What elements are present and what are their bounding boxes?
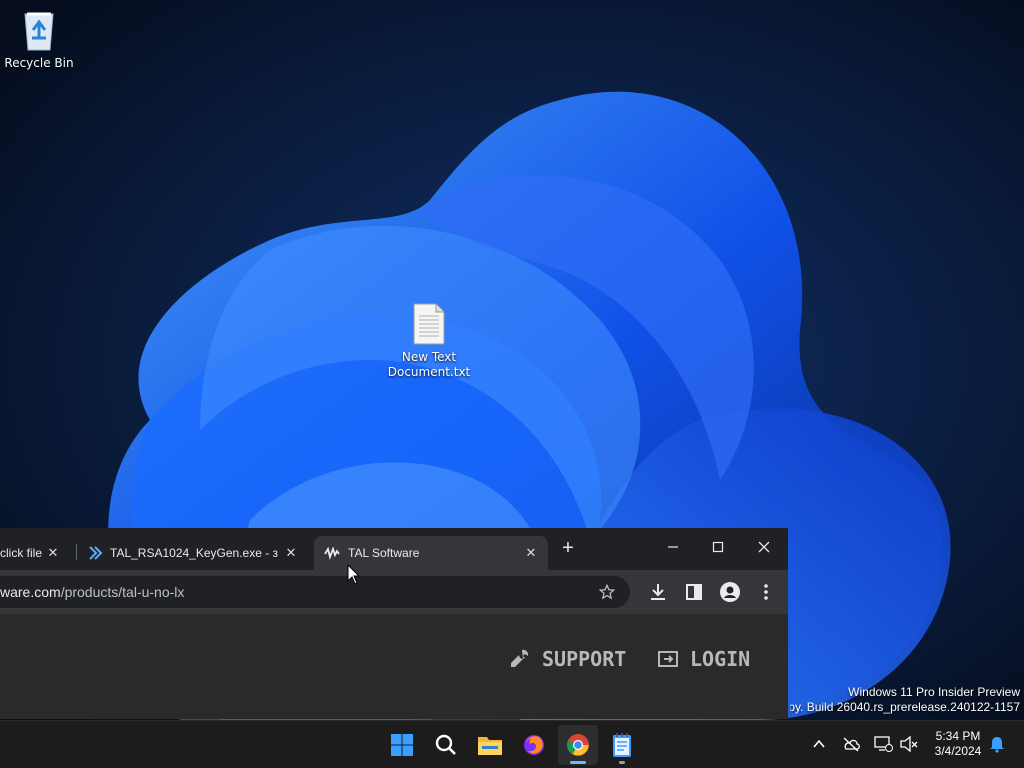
new-tab-button[interactable]: + [556, 536, 580, 560]
chrome-button[interactable] [558, 725, 598, 765]
tab-click-file[interactable]: click file ✕ [0, 536, 70, 570]
profile-avatar-icon[interactable] [718, 580, 742, 604]
recycle-bin-label: Recycle Bin [4, 56, 74, 70]
notepad-icon [613, 733, 631, 757]
onedrive-status[interactable] [840, 733, 862, 755]
speaker-muted-icon [900, 735, 918, 753]
support-label: SUPPORT [542, 647, 627, 671]
watermark-edition: Windows 11 Pro Insider Preview [848, 685, 1020, 699]
tab-separator [76, 544, 77, 560]
menu-kebab-icon[interactable] [754, 580, 778, 604]
firefox-icon [524, 735, 544, 755]
running-app-indicator [619, 761, 625, 764]
login-label: LOGIN [690, 647, 751, 671]
chevron-logo-icon [89, 546, 103, 560]
chrome-browser-window[interactable]: click file ✕ TAL_RSA1024_KeyGen.exe - за… [0, 528, 788, 719]
tab-strip: click file ✕ TAL_RSA1024_KeyGen.exe - за… [0, 528, 788, 570]
clock-time: 5:34 PM [935, 729, 981, 743]
wrench-icon [511, 649, 529, 667]
minimize-icon [668, 546, 678, 548]
firefox-button[interactable] [514, 725, 554, 765]
volume-status[interactable] [898, 733, 920, 755]
address-bar[interactable]: ware.com/products/tal-u-no-lx [0, 576, 630, 608]
login-link[interactable]: LOGIN [656, 647, 750, 671]
bookmark-star-icon[interactable] [598, 583, 616, 601]
tab-close-icon[interactable]: ✕ [282, 544, 300, 562]
search-button[interactable] [426, 725, 466, 765]
search-icon [435, 734, 456, 755]
clock-date: 3/4/2024 [934, 744, 982, 758]
download-icon[interactable] [646, 580, 670, 604]
watermark-build: Evaluation copy. Build 26040.rs_prerelea… [790, 700, 1020, 714]
tab-title: click file [0, 546, 43, 560]
cloud-offline-icon [843, 737, 860, 752]
maximize-button[interactable] [698, 534, 738, 562]
text-document-icon [413, 303, 445, 345]
tab-title: TAL_RSA1024_KeyGen.exe - зат [110, 546, 278, 560]
support-link[interactable]: SUPPORT [508, 647, 626, 671]
login-icon [658, 651, 678, 667]
browser-toolbar: ware.com/products/tal-u-no-lx [0, 570, 788, 614]
tab-title: TAL Software [348, 546, 420, 560]
mouse-cursor-icon [347, 564, 361, 585]
page-content: SUPPORT LOGIN [0, 614, 788, 719]
maximize-icon [712, 541, 724, 553]
windows-watermark: Windows 11 Pro Insider Preview Evaluatio… [790, 685, 1020, 715]
side-panel-icon[interactable] [682, 580, 706, 604]
minimize-button[interactable] [653, 534, 693, 562]
network-disconnected-icon [874, 736, 893, 752]
close-icon [758, 541, 770, 553]
chrome-icon [567, 734, 589, 756]
file-explorer-icon [478, 737, 502, 755]
tab-keygen[interactable]: TAL_RSA1024_KeyGen.exe - зат ✕ [82, 536, 308, 570]
start-icon [391, 734, 413, 756]
start-button[interactable] [382, 725, 422, 765]
taskbar: 5:34 PM 3/4/2024 [0, 720, 1024, 768]
url-host: ware.com [0, 584, 61, 600]
file-explorer-button[interactable] [470, 725, 510, 765]
show-hidden-icons-button[interactable] [808, 733, 830, 755]
new-text-document-label: New Text Document.txt [387, 350, 471, 379]
chevron-up-icon [813, 739, 825, 748]
close-window-button[interactable] [744, 534, 784, 562]
system-clock[interactable]: 5:34 PM 3/4/2024 [926, 729, 990, 759]
notepad-button[interactable] [602, 725, 642, 765]
bell-icon [990, 737, 1004, 753]
tab-close-icon[interactable]: ✕ [522, 544, 540, 562]
tal-logo-icon [324, 546, 340, 561]
recycle-bin-icon [24, 12, 54, 51]
recycle-bin-desktop-icon[interactable]: Recycle Bin [0, 8, 81, 71]
tab-close-icon[interactable]: ✕ [44, 544, 62, 562]
active-app-indicator [570, 761, 586, 764]
network-status[interactable] [872, 733, 894, 755]
notifications-button[interactable] [986, 733, 1008, 755]
url-path: /products/tal-u-no-lx [60, 584, 185, 600]
new-text-document-desktop-icon[interactable]: New Text Document.txt [387, 302, 471, 380]
